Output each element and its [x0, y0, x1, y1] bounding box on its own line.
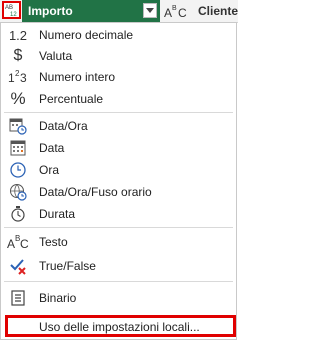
column-type-button[interactable]: AB 12	[2, 1, 21, 19]
decimal-number-icon: 1.2	[7, 25, 29, 45]
whole-number-icon: 1 2 3	[7, 67, 29, 87]
duration-icon	[7, 204, 29, 224]
menu-separator	[4, 112, 233, 113]
true-false-svg	[10, 259, 26, 275]
menu-item-text[interactable]: A B C Testo	[1, 231, 236, 253]
menu-item-duration[interactable]: Durata	[1, 203, 236, 225]
svg-text:A: A	[7, 237, 15, 251]
menu-item-label: Percentuale	[39, 92, 104, 106]
svg-text:A: A	[164, 6, 172, 20]
time-svg	[10, 162, 26, 178]
datetime-timezone-icon	[7, 182, 29, 202]
column-header-bar: AB 12 Importo A B C Cliente	[0, 0, 238, 23]
datetime-svg	[9, 118, 27, 135]
svg-text:3: 3	[20, 71, 27, 85]
percent-icon: %	[7, 89, 29, 109]
column-label: Importo	[28, 4, 73, 18]
menu-item-currency[interactable]: $ Valuta	[1, 45, 236, 67]
menu-item-time[interactable]: Ora	[1, 159, 236, 181]
svg-text:12: 12	[10, 12, 17, 17]
svg-text:B: B	[172, 5, 177, 12]
menu-item-date[interactable]: Data	[1, 137, 236, 159]
time-icon	[7, 160, 29, 180]
menu-item-whole-number[interactable]: 1 2 3 Numero intero	[1, 66, 236, 88]
svg-text:AB: AB	[5, 5, 13, 11]
menu-item-datetime-timezone[interactable]: Data/Ora/Fuso orario	[1, 181, 236, 203]
duration-svg	[11, 206, 25, 222]
menu-item-binary[interactable]: Binario	[1, 287, 236, 309]
date-icon	[7, 138, 29, 158]
text-svg: A B C	[7, 234, 29, 251]
menu-separator	[4, 227, 233, 228]
binary-icon	[7, 288, 29, 308]
column-filter-dropdown[interactable]	[143, 3, 157, 18]
menu-item-label: Numero intero	[39, 70, 116, 84]
data-type-menu: 1.2 Numero decimale $ Valuta 1 2 3 Numer…	[0, 22, 237, 340]
currency-icon-glyph: $	[13, 47, 23, 64]
binary-svg	[11, 290, 25, 306]
menu-item-label: Data/Ora/Fuso orario	[39, 185, 152, 199]
percent-icon-glyph: %	[10, 89, 26, 108]
date-svg	[10, 140, 26, 156]
menu-item-label: Binario	[39, 291, 77, 305]
decimal-number-icon-glyph: 1.2	[8, 27, 28, 43]
whole-number-svg: 1 2 3	[8, 69, 27, 85]
menu-item-label: Durata	[39, 207, 76, 221]
datetime-icon	[7, 116, 29, 136]
svg-text:C: C	[178, 6, 187, 20]
menu-item-label: Ora	[39, 163, 60, 177]
abc-123-type-icon: AB 12	[5, 5, 17, 17]
svg-text:1: 1	[8, 71, 15, 85]
menu-separator	[4, 281, 233, 282]
menu-item-label: Uso delle impostazioni locali...	[39, 320, 200, 334]
column-importo[interactable]: Importo	[22, 0, 160, 22]
column-cliente[interactable]: A B C Cliente	[162, 0, 238, 22]
currency-icon: $	[7, 46, 29, 66]
menu-item-decimal[interactable]: 1.2 Numero decimale	[1, 24, 236, 46]
chevron-down-icon	[146, 7, 154, 13]
menu-item-label: Data	[39, 141, 65, 155]
text-icon: A B C	[7, 232, 29, 252]
menu-item-label: Data/Ora	[39, 119, 88, 133]
menu-item-use-locale[interactable]: Uso delle impostazioni locali...	[5, 315, 236, 337]
menu-item-datetime[interactable]: Data/Ora	[1, 115, 236, 137]
menu-item-label: True/False	[39, 259, 96, 273]
menu-item-label: Testo	[39, 235, 68, 249]
svg-text:C: C	[20, 237, 29, 251]
abc-type-icon: A B C	[164, 5, 187, 20]
menu-item-percent[interactable]: % Percentuale	[1, 88, 236, 110]
column-label: Cliente	[198, 4, 239, 18]
true-false-icon	[7, 256, 29, 276]
menu-item-label: Numero decimale	[39, 28, 134, 42]
menu-item-true-false[interactable]: True/False	[1, 255, 236, 277]
menu-item-label: Valuta	[39, 49, 73, 63]
datetime-timezone-svg	[10, 184, 27, 201]
